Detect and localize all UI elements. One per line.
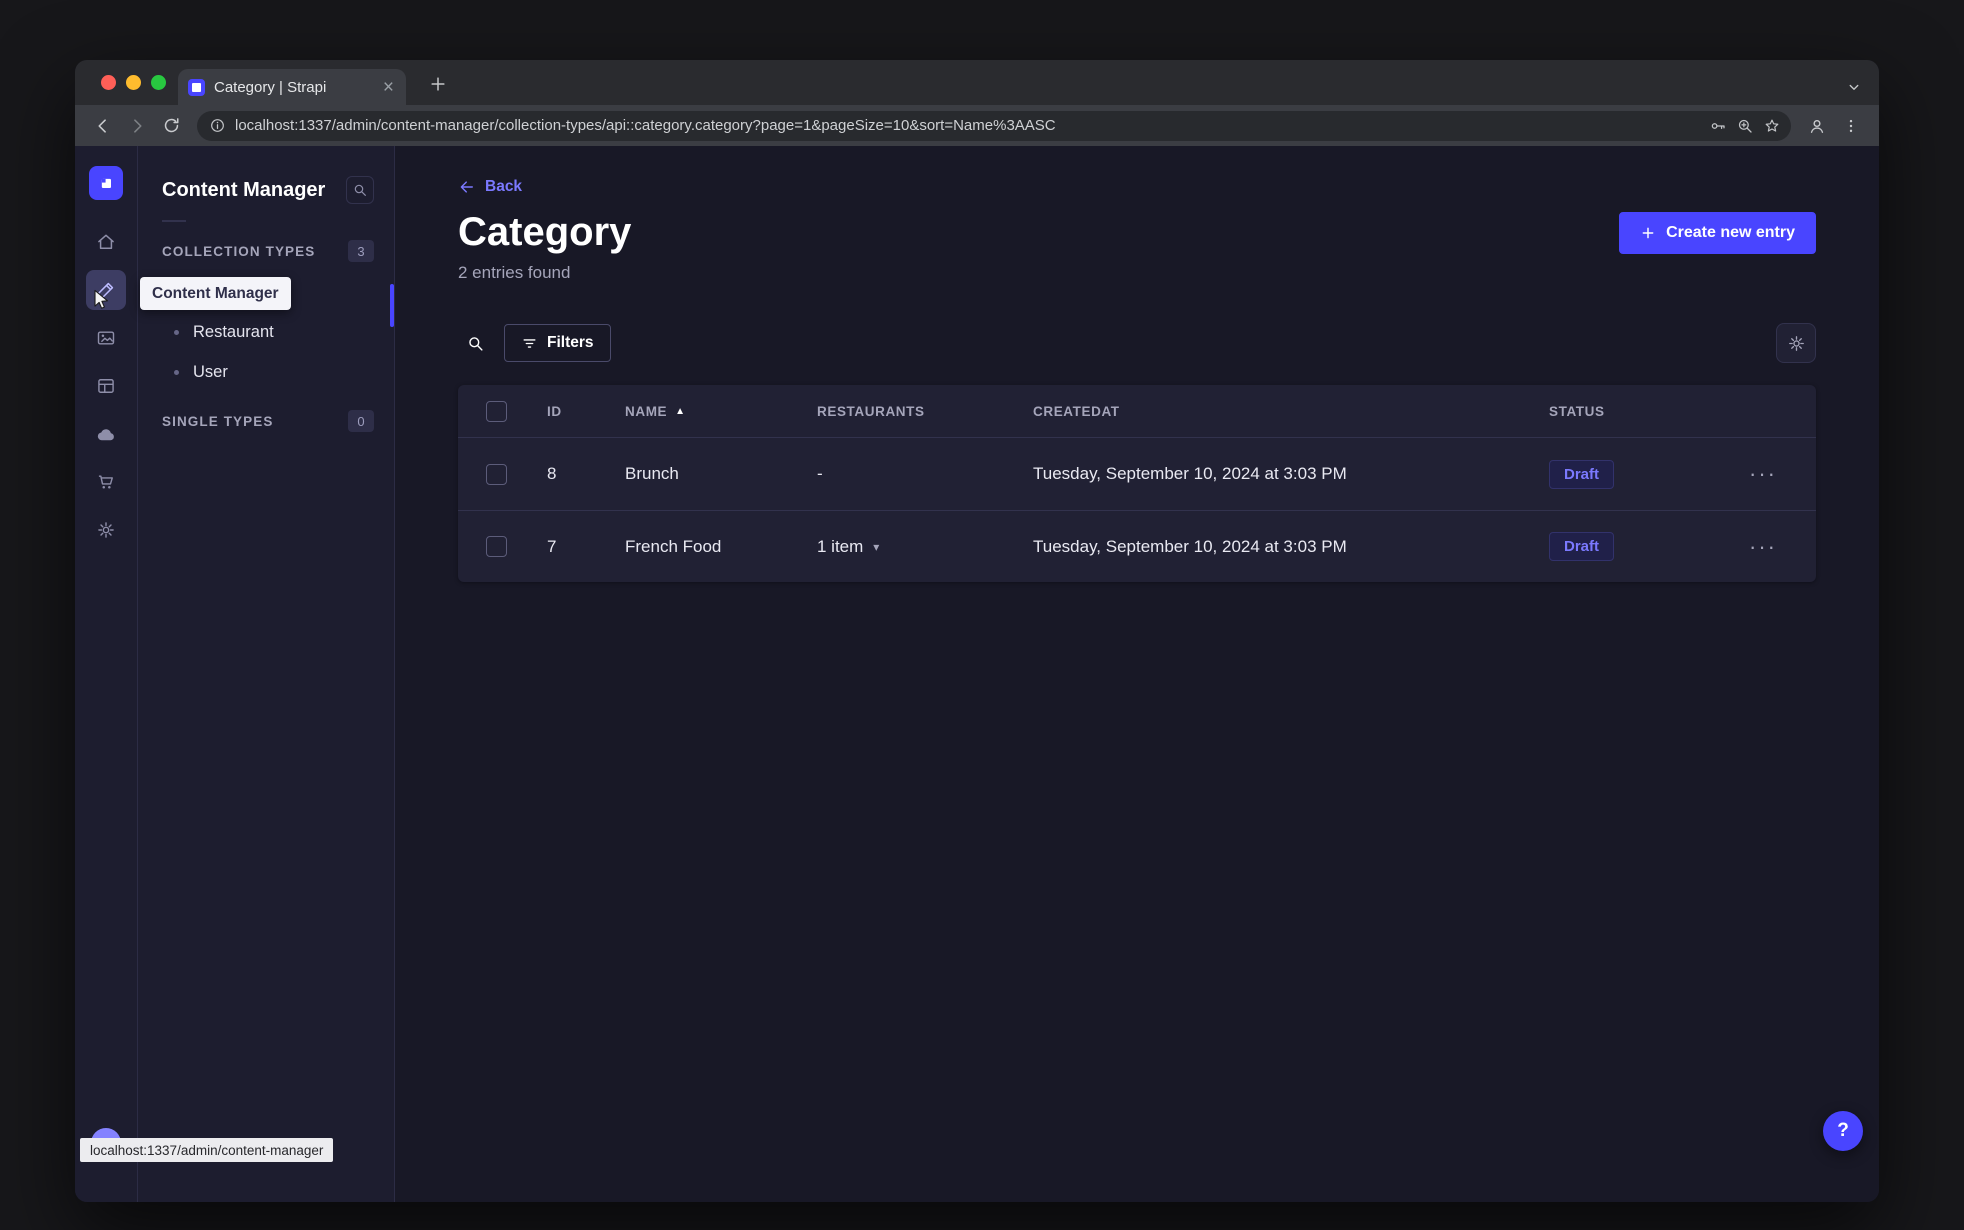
cell-id: 8 (547, 464, 557, 483)
create-new-entry-button[interactable]: Create new entry (1619, 212, 1816, 254)
sidebar-item-restaurant[interactable]: Restaurant (138, 312, 394, 352)
subnav-divider (162, 220, 186, 222)
sidebar-item-label: User (193, 362, 228, 381)
nav-settings-gear-icon[interactable] (86, 510, 126, 550)
sort-asc-icon[interactable]: ▲ (675, 406, 686, 417)
collection-types-label: COLLECTION TYPES (162, 243, 316, 259)
password-key-icon[interactable] (1709, 117, 1727, 135)
nav-content-manager-icon[interactable] (86, 270, 126, 310)
browser-window: Category | Strapi × localhost:1337/admin… (75, 60, 1879, 1202)
subnav-search-icon[interactable] (346, 176, 374, 204)
zoom-icon[interactable] (1736, 117, 1754, 135)
column-header-restaurants[interactable]: RESTAURANTS (792, 404, 1008, 419)
table-header-row: ID NAME ▲ RESTAURANTS CREATEDAT STATUS (458, 385, 1816, 438)
content-manager-tooltip: Content Manager (140, 277, 291, 310)
page-title: Category (458, 210, 632, 254)
entries-count: 2 entries found (458, 263, 571, 282)
traffic-lights (101, 75, 166, 90)
browser-tab-strip: Category | Strapi × (75, 60, 1879, 105)
column-header-status[interactable]: STATUS (1524, 404, 1727, 419)
column-header-name[interactable]: NAME ▲ (600, 404, 792, 419)
new-tab-button[interactable] (423, 69, 453, 99)
browser-tab[interactable]: Category | Strapi × (178, 69, 406, 105)
strapi-admin-app: KD Content Manager COLLECTION TYPES 3 Ca… (75, 146, 1879, 1202)
forward-nav-icon[interactable] (121, 110, 153, 142)
back-link[interactable]: Back (458, 178, 522, 196)
active-item-indicator (390, 284, 394, 327)
create-new-entry-label: Create new entry (1666, 224, 1795, 241)
single-types-section: SINGLE TYPES 0 (138, 410, 394, 432)
link-preview-status: localhost:1337/admin/content-manager (80, 1138, 334, 1162)
profile-icon[interactable] (1801, 110, 1833, 142)
main-content: Back Category 2 entries found Create new… (395, 146, 1879, 1202)
nav-marketplace-icon[interactable] (86, 462, 126, 502)
status-badge: Draft (1549, 532, 1615, 561)
cell-id: 7 (547, 536, 557, 556)
main-nav-rail: KD (75, 146, 138, 1202)
maximize-window-button[interactable] (151, 75, 166, 90)
minimize-window-button[interactable] (126, 75, 141, 90)
nav-cloud-icon[interactable] (86, 414, 126, 454)
chevron-down-icon: ▾ (873, 539, 880, 554)
cell-createdat: Tuesday, September 10, 2024 at 3:03 PM (1033, 464, 1347, 483)
collection-types-section: COLLECTION TYPES 3 (138, 240, 394, 262)
subnav-title: Content Manager (162, 178, 326, 201)
filters-button[interactable]: Filters (504, 324, 611, 362)
filters-label: Filters (547, 334, 594, 351)
bookmark-star-icon[interactable] (1763, 117, 1781, 135)
select-all-checkbox[interactable] (486, 400, 507, 422)
row-checkbox[interactable] (486, 536, 507, 557)
cell-name: French Food (625, 536, 722, 556)
table-search-icon[interactable] (458, 326, 492, 360)
nav-content-type-builder-icon[interactable] (86, 366, 126, 406)
column-header-id[interactable]: ID (522, 404, 600, 419)
sidebar-item-label: Restaurant (193, 322, 274, 341)
url-address-bar[interactable]: localhost:1337/admin/content-manager/col… (197, 110, 1791, 141)
nav-home-icon[interactable] (86, 222, 126, 262)
back-arrow-icon (460, 181, 473, 193)
filter-icon (523, 338, 536, 348)
strapi-favicon-icon (188, 78, 205, 96)
column-header-createdat[interactable]: CREATEDAT (1008, 404, 1524, 419)
cell-restaurants[interactable]: 1 item ▾ (792, 537, 1008, 557)
bullet-icon (174, 329, 179, 335)
entries-table: ID NAME ▲ RESTAURANTS CREATEDAT STATUS 8… (458, 385, 1816, 582)
help-button[interactable]: ? (1823, 1111, 1863, 1151)
single-types-count-badge: 0 (348, 410, 374, 432)
table-row[interactable]: 7 French Food 1 item ▾ Tuesday, Septembe… (458, 510, 1816, 582)
browser-toolbar: localhost:1337/admin/content-manager/col… (75, 105, 1879, 146)
status-badge: Draft (1549, 459, 1615, 489)
site-info-icon[interactable] (209, 117, 226, 134)
sidebar-item-user[interactable]: User (138, 352, 394, 392)
cell-restaurants: - (817, 464, 823, 483)
browser-menu-kebab-icon[interactable] (1835, 110, 1867, 142)
back-label: Back (485, 178, 523, 195)
table-row[interactable]: 8 Brunch - Tuesday, September 10, 2024 a… (458, 438, 1816, 510)
reload-icon[interactable] (155, 110, 187, 142)
collection-types-count-badge: 3 (348, 240, 374, 262)
url-text: localhost:1337/admin/content-manager/col… (235, 117, 1056, 134)
row-actions-button[interactable]: ··· (1727, 463, 1816, 485)
strapi-logo[interactable] (89, 166, 123, 200)
view-settings-gear-icon[interactable] (1776, 323, 1816, 363)
plus-icon (1642, 227, 1654, 239)
nav-media-library-icon[interactable] (86, 318, 126, 358)
back-nav-icon[interactable] (87, 110, 119, 142)
tab-title: Category | Strapi (214, 78, 327, 96)
cell-createdat: Tuesday, September 10, 2024 at 3:03 PM (1033, 536, 1347, 556)
row-checkbox[interactable] (486, 463, 507, 485)
single-types-label: SINGLE TYPES (162, 413, 274, 429)
row-actions-button[interactable]: ··· (1727, 535, 1816, 558)
tab-search-chevron-icon[interactable] (1845, 78, 1863, 96)
tab-close-icon[interactable]: × (381, 78, 396, 97)
bullet-icon (174, 369, 179, 375)
cell-name: Brunch (625, 464, 679, 483)
close-window-button[interactable] (101, 75, 116, 90)
